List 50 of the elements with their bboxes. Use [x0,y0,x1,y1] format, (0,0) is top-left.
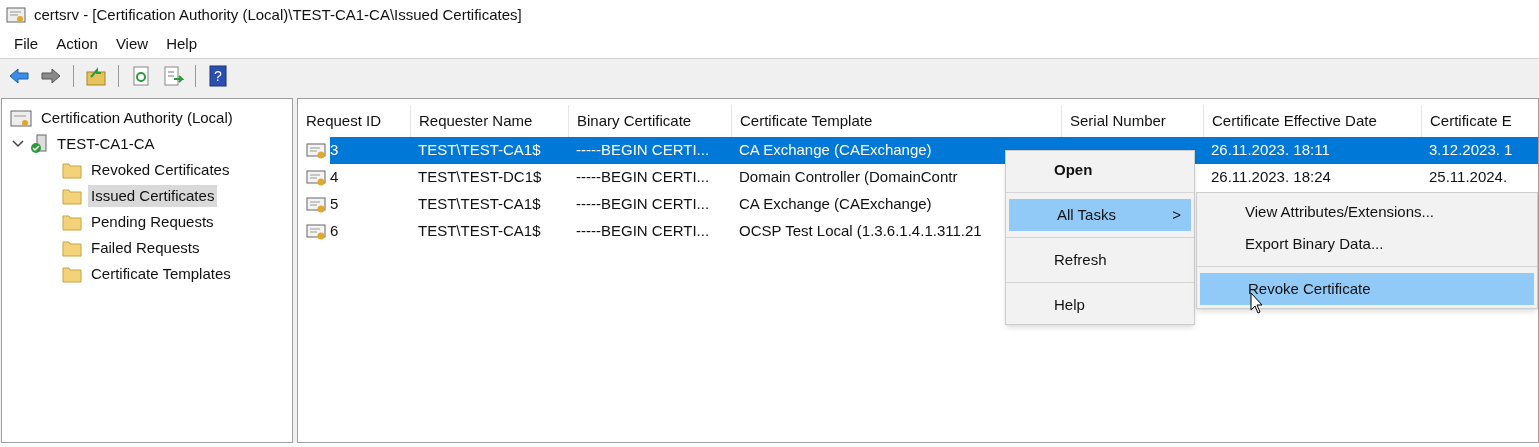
certificate-icon [306,141,328,160]
table-cell-text: 6 [330,221,340,242]
table-cell-text: -----BEGIN CERTI... [575,221,711,242]
tree-item[interactable]: Revoked Certificates [88,159,233,181]
table-cell-text: TEST\TEST-CA1$ [417,221,542,242]
table-cell-text: 5 [330,194,340,215]
table-cell-text: TEST\TEST-DC1$ [417,167,543,188]
certificate-authority-icon [10,108,32,128]
folder-icon [62,187,82,205]
table-cell-text: 4 [330,167,340,188]
table-cell: TEST\TEST-CA1$ [410,137,568,164]
mouse-pointer-icon [1250,292,1264,314]
menu-item[interactable]: Revoke Certificate [1200,273,1534,305]
menu-item[interactable]: Help [1006,289,1194,321]
menu-item[interactable]: Export Binary Data... [1197,228,1537,260]
folder-icon [62,161,82,179]
folder-icon [62,239,82,257]
menu-item[interactable]: View [107,32,157,56]
table-cell: 26.11.2023. 18:11 [1203,137,1421,164]
table-cell-text: 26.11.2023. 18:24 [1210,167,1332,188]
table-cell-text: OCSP Test Local (1.3.6.1.4.1.311.21 [738,221,983,242]
menu-item[interactable]: Help [158,32,205,56]
tree-item[interactable]: Pending Requests [88,211,217,233]
tree-item[interactable]: TEST-CA1-CA [54,133,158,155]
table-cell: CA Exchange (CAExchange) [731,137,1061,164]
certificate-icon [306,168,328,187]
table-cell-text: TEST\TEST-CA1$ [417,194,542,215]
tree-item[interactable]: Issued Certificates [88,185,218,207]
certificate-app-icon [6,5,26,25]
table-cell-text: 25.11.2024. [1428,167,1509,188]
window-title: certsrv - [Certification Authority (Local)\TEST-CA1-CA\Issued Certificates] [34,4,522,25]
menu-item[interactable]: View Attributes/Extensions... [1197,196,1537,228]
folder-icon [62,213,82,231]
menu-item[interactable]: File [6,32,47,56]
tree-item[interactable]: Failed Requests [88,237,203,259]
folder-icon [62,265,82,283]
certificate-icon [306,222,328,241]
table-cell-text: -----BEGIN CERTI... [575,167,711,188]
table-cell: -----BEGIN CERTI... [568,137,731,164]
tree-item[interactable]: Certification Authority (Local) [38,107,236,129]
table-cell: 3 [330,137,410,164]
table-cell: 3.12.2023. 1 [1421,137,1538,164]
table-cell-text: -----BEGIN CERTI... [575,194,711,215]
menu-item[interactable]: Action [48,32,106,56]
tree-item[interactable]: Certificate Templates [88,263,234,285]
server-check-icon [30,134,48,154]
column-header[interactable]: Request ID [298,105,410,137]
menu-item[interactable]: Refresh [1006,244,1194,276]
certificate-icon [306,195,328,214]
menu-item[interactable]: All Tasks > [1009,199,1191,231]
